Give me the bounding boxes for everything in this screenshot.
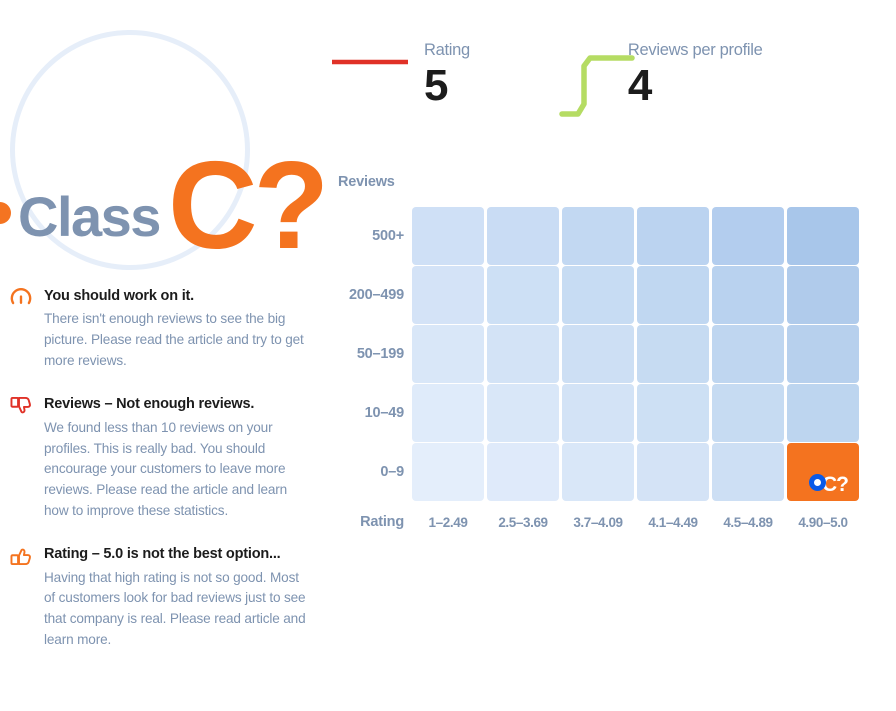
- step-curve-icon: [558, 44, 636, 122]
- heatmap-row: 200–499: [330, 266, 896, 324]
- kpi-value: 5: [424, 61, 448, 111]
- heatmap-cell[interactable]: [712, 443, 784, 501]
- heatmap-cell[interactable]: [787, 384, 859, 442]
- hero-block: Class C?: [0, 0, 330, 278]
- advice-title: Reviews – Not enough reviews.: [44, 396, 255, 413]
- heatmap-x-axis: Rating 1–2.49 2.5–3.69 3.7–4.09 4.1–4.49 4.5…: [330, 514, 896, 530]
- marker-grade-label: C?: [822, 473, 849, 496]
- heatmap-row-label: 500+: [372, 228, 404, 244]
- heatmap-column-label: 1–2.49: [428, 514, 468, 530]
- heatmap-cell[interactable]: [562, 266, 634, 324]
- heatmap-cell[interactable]: [637, 325, 709, 383]
- page-title: Class C?: [0, 132, 329, 268]
- heatmap-row-label: 0–9: [380, 464, 404, 480]
- marker-dot-icon: [809, 473, 826, 491]
- heatmap-cell[interactable]: [412, 384, 484, 442]
- heatmap-row-cells: [412, 266, 859, 324]
- advice-title: You should work on it.: [44, 288, 194, 304]
- kpi-label: Rating: [424, 41, 470, 59]
- heatmap-cell[interactable]: [562, 443, 634, 501]
- heatmap-column-label: 4.1–4.49: [648, 514, 698, 530]
- heatmap-cell[interactable]: [562, 384, 634, 442]
- heatmap-cell[interactable]: [637, 207, 709, 265]
- heatmap-cell[interactable]: [562, 325, 634, 383]
- heatmap-column-label: 4.90–5.0: [798, 514, 848, 530]
- kpi-value: 4: [627, 61, 652, 111]
- heatmap-cell[interactable]: [487, 384, 559, 442]
- heatmap-cell[interactable]: [637, 443, 709, 501]
- heatmap-cell[interactable]: [712, 266, 784, 324]
- heatmap-cell[interactable]: [787, 325, 859, 383]
- heatmap-cell[interactable]: [487, 443, 559, 501]
- heatmap-row: 50–199: [330, 325, 896, 383]
- kpi-texts: Rating 5: [424, 40, 470, 110]
- heatmap-column-label: 3.7–4.09: [573, 514, 623, 530]
- advice-list: You should work on it. There isn't enoug…: [0, 285, 330, 672]
- heatmap-cell[interactable]: [487, 207, 559, 265]
- heatmap-row-label: 200–499: [348, 287, 404, 303]
- kpi-rating: Rating 5: [330, 40, 470, 110]
- heatmap-row-label: 50–199: [356, 346, 404, 362]
- thumbs-down-icon: [10, 395, 32, 417]
- advice-item-reviews: Reviews – Not enough reviews. We found l…: [0, 393, 330, 521]
- heatmap-cell[interactable]: [412, 207, 484, 265]
- advice-text: Having that high rating is not so good. …: [44, 569, 306, 647]
- gauge-icon: [10, 287, 32, 309]
- heatmap-chart: 500+ 200–499 50–199 10–49 0–9 C? Rating 1–2.4…: [330, 207, 896, 530]
- heatmap-cell-current[interactable]: C?: [787, 443, 859, 501]
- heatmap-cell[interactable]: [712, 384, 784, 442]
- advice-item-rating: Rating – 5.0 is not the best option... H…: [0, 543, 330, 650]
- kpi-label: Reviews per profile: [627, 41, 763, 59]
- advice-text: We found less than 10 reviews on your pr…: [44, 419, 288, 518]
- heatmap-row-cells: C?: [412, 443, 859, 501]
- advice-title: Rating – 5.0 is not the best option...: [44, 546, 281, 563]
- advice-text: There isn't enough reviews to see the bi…: [44, 311, 304, 368]
- orange-dot-icon: [0, 202, 11, 224]
- heatmap-cell[interactable]: [487, 266, 559, 324]
- kpi-reviews-per-profile: Reviews per profile 4: [558, 40, 763, 122]
- heatmap-column-labels: 1–2.49 2.5–3.69 3.7–4.09 4.1–4.49 4.5–4.89 4.…: [412, 515, 859, 530]
- left-panel: Class C? You should work on it. There is…: [0, 0, 330, 711]
- heatmap-cell[interactable]: [412, 443, 484, 501]
- advice-item-overall: You should work on it. There isn't enoug…: [0, 285, 330, 371]
- heatmap-cell[interactable]: [712, 207, 784, 265]
- heatmap-column-label: 4.5–4.89: [723, 514, 773, 530]
- advice-body: Rating – 5.0 is not the best option... H…: [44, 543, 330, 650]
- current-position-marker: C?: [809, 470, 849, 496]
- heatmap-cell[interactable]: [412, 325, 484, 383]
- heatmap-cell[interactable]: [787, 266, 859, 324]
- heatmap-cell[interactable]: [787, 207, 859, 265]
- heatmap-cell[interactable]: [412, 266, 484, 324]
- heatmap-cell[interactable]: [712, 325, 784, 383]
- kpi-texts: Reviews per profile 4: [628, 40, 763, 110]
- heatmap-row-label: 10–49: [364, 405, 405, 421]
- heatmap-cell[interactable]: [487, 325, 559, 383]
- class-label: Class: [18, 185, 161, 248]
- heatmap-row: 500+: [330, 207, 896, 265]
- heatmap-column-label: 2.5–3.69: [498, 514, 548, 530]
- heatmap-cell[interactable]: [562, 207, 634, 265]
- thumbs-up-icon: [10, 545, 32, 567]
- heatmap-x-axis-title: Rating: [360, 514, 404, 530]
- heatmap-row: 0–9 C?: [330, 443, 896, 501]
- advice-body: You should work on it. There isn't enoug…: [44, 285, 330, 371]
- right-panel: Rating 5 Reviews per profile 4 Reviews 5…: [330, 0, 896, 711]
- heatmap-rows: 500+ 200–499 50–199 10–49 0–9 C?: [330, 207, 896, 501]
- heatmap-row-cells: [412, 325, 859, 383]
- kpi-legend-row: Rating 5 Reviews per profile 4: [330, 40, 763, 122]
- heatmap-cell[interactable]: [637, 266, 709, 324]
- advice-body: Reviews – Not enough reviews. We found l…: [44, 393, 330, 521]
- heatmap-cell[interactable]: [637, 384, 709, 442]
- heatmap-row: 10–49: [330, 384, 896, 442]
- class-grade: C?: [167, 137, 329, 275]
- heatmap-row-cells: [412, 384, 859, 442]
- flat-line-icon: [330, 54, 410, 65]
- heatmap-row-cells: [412, 207, 859, 265]
- heatmap-y-axis-title: Reviews: [338, 174, 395, 190]
